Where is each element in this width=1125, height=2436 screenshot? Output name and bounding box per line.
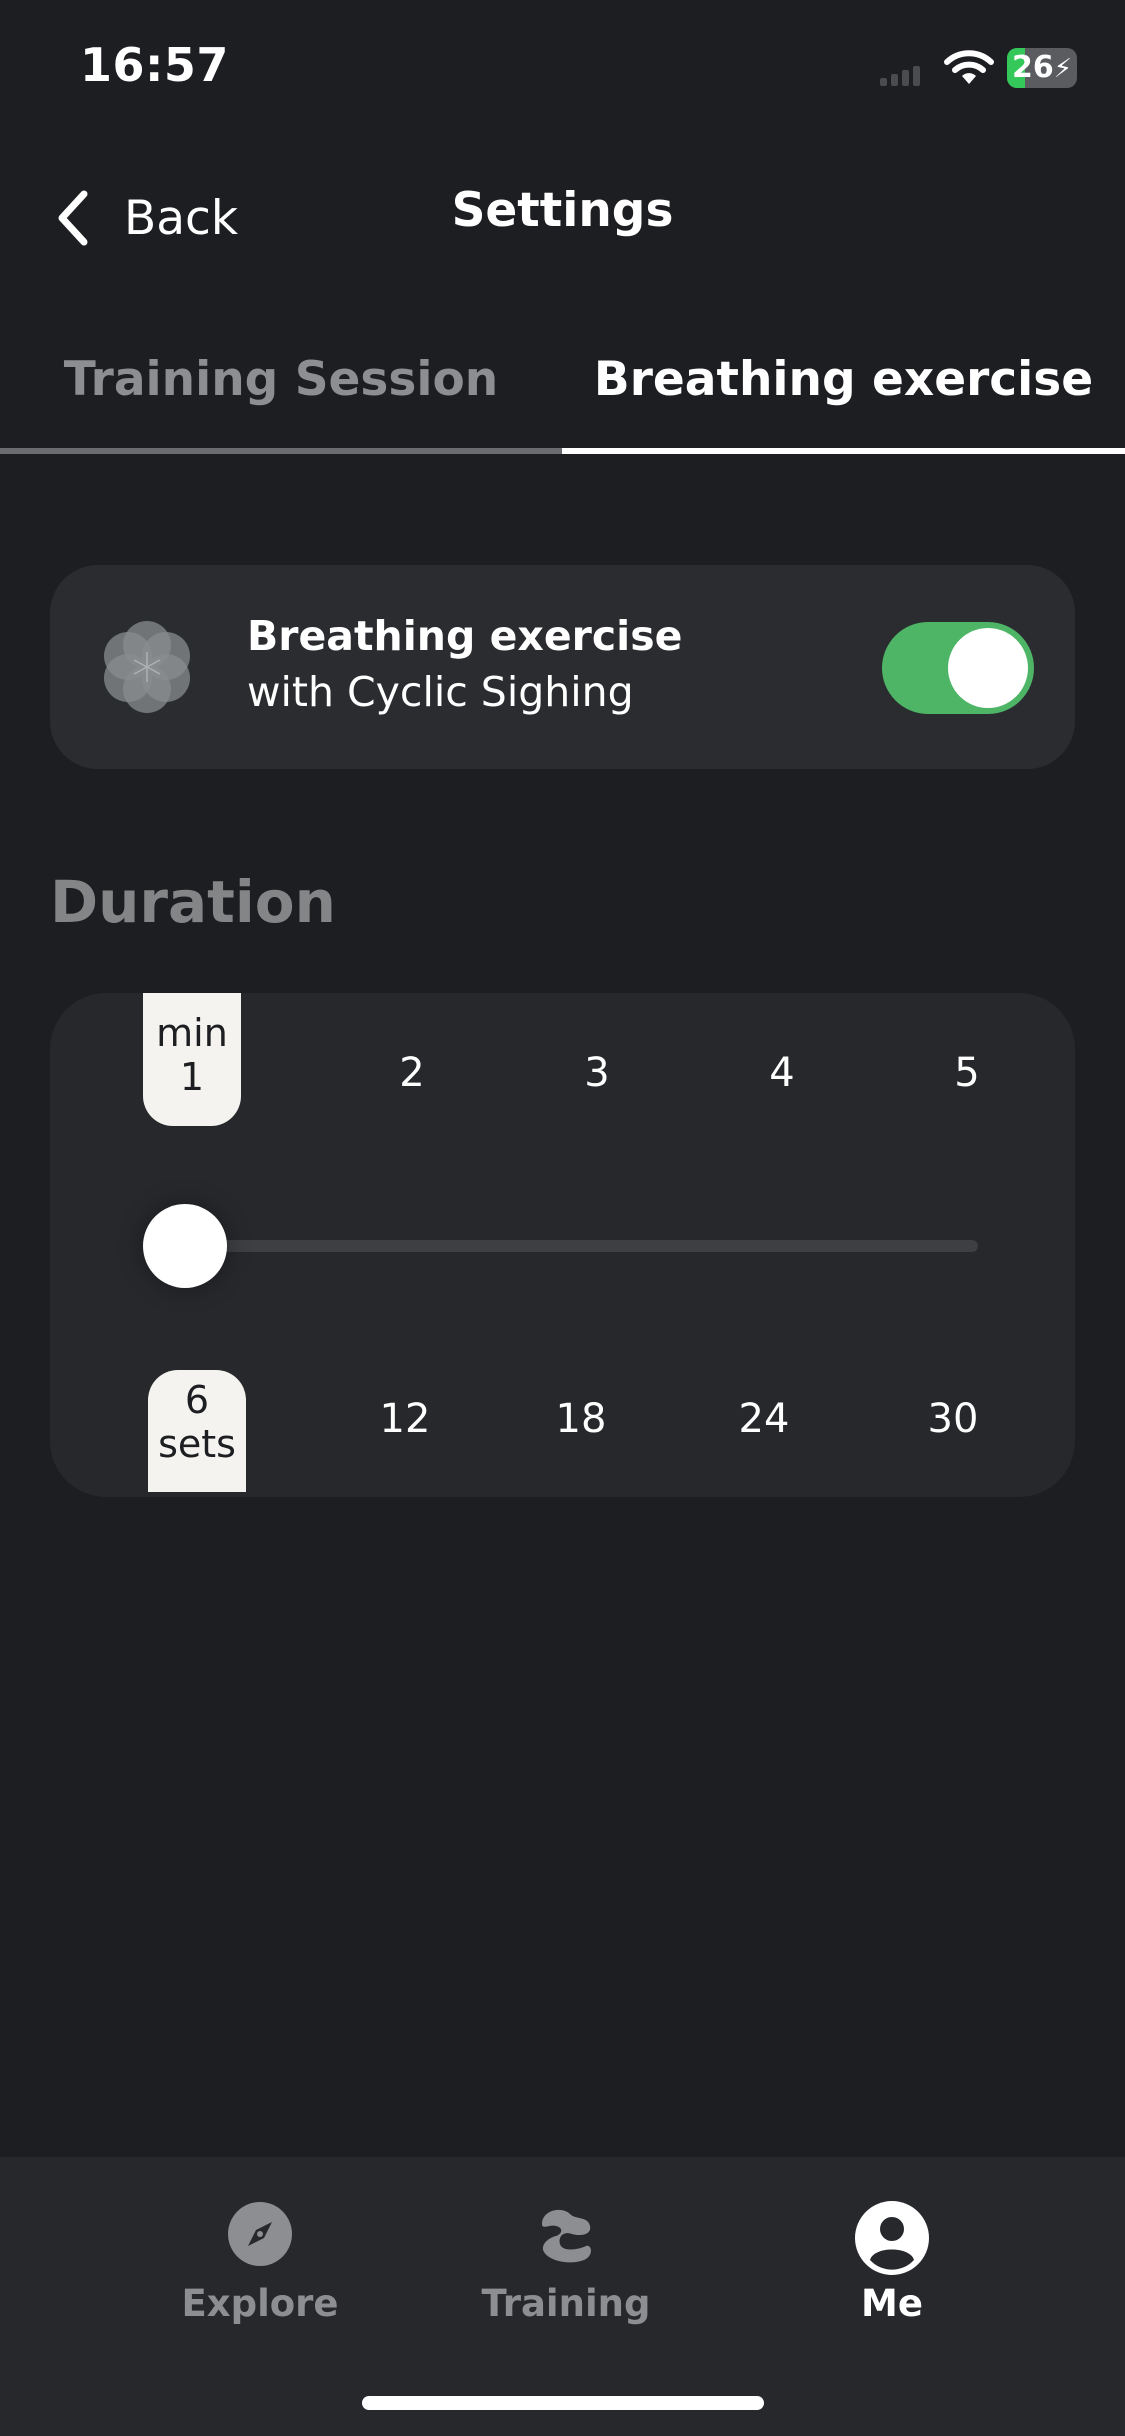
tab-bar-explore[interactable]: Explore: [160, 2200, 360, 2325]
minutes-option[interactable]: 5: [907, 1050, 1027, 1096]
signal-icon: [880, 66, 922, 86]
minutes-option[interactable]: 2: [352, 1050, 472, 1096]
duration-heading: Duration: [50, 868, 336, 936]
minutes-option[interactable]: 4: [722, 1050, 842, 1096]
sets-option[interactable]: 18: [521, 1396, 641, 1442]
sets-option[interactable]: 30: [893, 1396, 1013, 1442]
duration-slider-track[interactable]: [184, 1240, 978, 1252]
tab-breathing-exercise[interactable]: Breathing exercise: [562, 340, 1125, 420]
duration-slider-handle[interactable]: [143, 1204, 227, 1288]
minutes-selected-chip[interactable]: min 1: [143, 993, 241, 1126]
sets-option[interactable]: 24: [704, 1396, 824, 1442]
minutes-option[interactable]: 3: [537, 1050, 657, 1096]
breathing-card-title: Breathing exercise: [247, 612, 683, 660]
breathing-exercise-toggle[interactable]: [882, 622, 1034, 714]
profile-icon: [855, 2201, 929, 2275]
chevron-left-icon: [58, 190, 88, 246]
tab-bar-training[interactable]: Training: [466, 2200, 666, 2325]
sets-selected-chip[interactable]: 6 sets: [148, 1370, 246, 1492]
minutes-unit: min: [156, 1011, 228, 1055]
battery-charging-icon: 26⚡: [1007, 48, 1077, 88]
wifi-icon: [944, 50, 994, 84]
tab-bar-training-label: Training: [481, 2282, 651, 2325]
minutes-selected-value: 1: [179, 1055, 205, 1099]
sets-unit: sets: [158, 1422, 236, 1466]
tab-bar-me-label: Me: [861, 2282, 923, 2325]
tab-bar-me[interactable]: Me: [792, 2200, 992, 2325]
tab-underline-active: [562, 448, 1125, 454]
breathing-card-subtitle: with Cyclic Sighing: [247, 668, 634, 716]
status-time: 16:57: [80, 38, 229, 92]
back-button[interactable]: Back: [56, 178, 238, 258]
tab-bar-explore-label: Explore: [181, 2282, 339, 2325]
battery-percent: 26: [1011, 50, 1054, 85]
home-indicator[interactable]: [362, 2396, 764, 2410]
sets-selected-value: 6: [184, 1378, 210, 1422]
sets-option[interactable]: 12: [345, 1396, 465, 1442]
training-icon: [542, 2209, 591, 2263]
compass-icon: [228, 2202, 292, 2266]
tab-underline-inactive: [0, 448, 562, 454]
back-label: Back: [124, 190, 239, 246]
toggle-knob: [948, 628, 1028, 708]
tab-training-session[interactable]: Training Session: [0, 340, 562, 420]
flower-icon: [104, 621, 190, 713]
